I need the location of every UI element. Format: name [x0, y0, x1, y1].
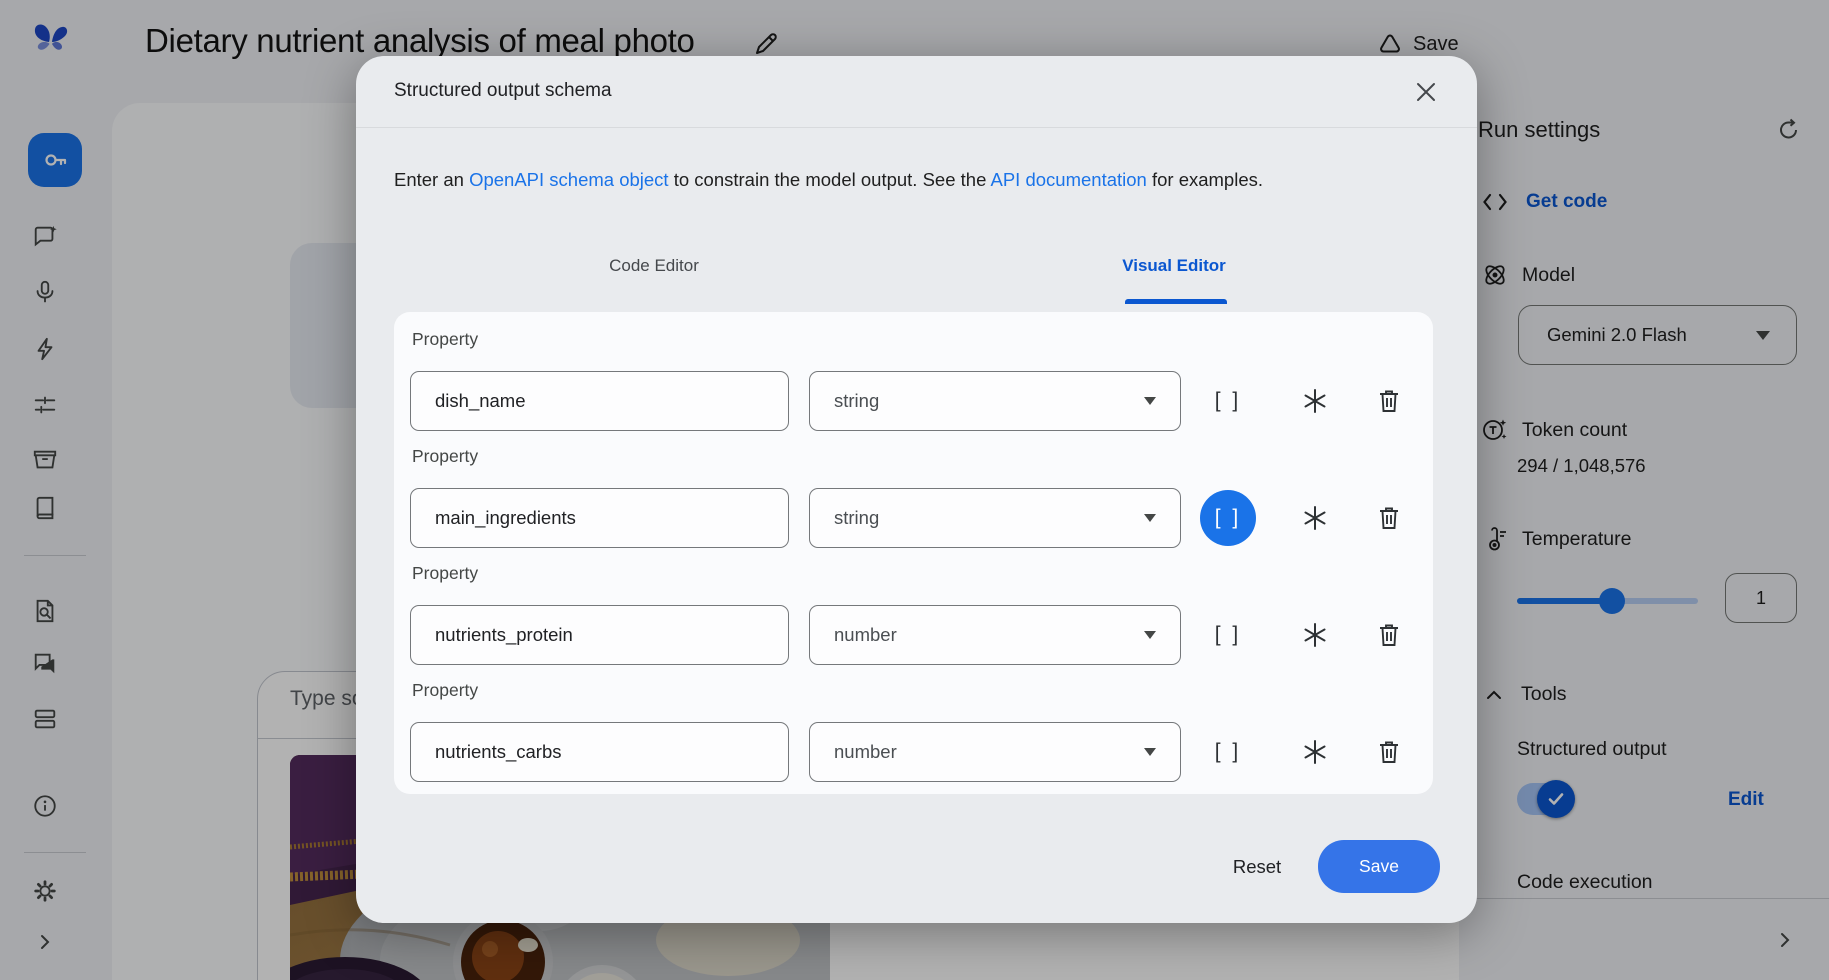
property-type-value: number	[834, 624, 897, 646]
property-row: Property number [ ]	[394, 563, 1433, 680]
property-name-input[interactable]	[410, 488, 789, 548]
delete-property-icon[interactable]	[1375, 738, 1403, 766]
property-label: Property	[412, 329, 478, 350]
save-schema-button[interactable]: Save	[1318, 840, 1440, 893]
property-row: Property number [ ]	[394, 680, 1433, 794]
dropdown-arrow-icon	[1144, 631, 1156, 639]
property-type-value: string	[834, 507, 879, 529]
api-documentation-link[interactable]: API documentation	[991, 169, 1147, 190]
required-asterisk-icon[interactable]	[1301, 738, 1329, 766]
delete-property-icon[interactable]	[1375, 504, 1403, 532]
array-toggle-button[interactable]: [ ]	[1200, 724, 1256, 780]
array-toggle-button[interactable]: [ ]	[1200, 607, 1256, 663]
property-type-select[interactable]: number	[809, 722, 1181, 782]
structured-output-schema-dialog: Structured output schema Enter an OpenAP…	[356, 56, 1477, 923]
editor-tabs: Code Editor Visual Editor	[394, 256, 1434, 286]
required-asterisk-icon[interactable]	[1301, 504, 1329, 532]
delete-property-icon[interactable]	[1375, 621, 1403, 649]
property-type-value: number	[834, 741, 897, 763]
required-asterisk-icon[interactable]	[1301, 387, 1329, 415]
property-type-select[interactable]: string	[809, 371, 1181, 431]
description-text: Enter an	[394, 169, 469, 190]
reset-button[interactable]: Reset	[1214, 852, 1300, 882]
dropdown-arrow-icon	[1144, 397, 1156, 405]
property-type-value: string	[834, 390, 879, 412]
dialog-description: Enter an OpenAPI schema object to constr…	[394, 169, 1439, 191]
property-label: Property	[412, 680, 478, 701]
property-label: Property	[412, 563, 478, 584]
property-name-input[interactable]	[410, 722, 789, 782]
description-text: to constrain the model output. See the	[669, 169, 991, 190]
dialog-title: Structured output schema	[394, 80, 612, 102]
openapi-schema-link[interactable]: OpenAPI schema object	[469, 169, 669, 190]
tab-visual-editor[interactable]: Visual Editor	[914, 256, 1434, 286]
dropdown-arrow-icon	[1144, 748, 1156, 756]
active-tab-underline	[1125, 299, 1227, 304]
array-toggle-button-active[interactable]: [ ]	[1200, 490, 1256, 546]
delete-property-icon[interactable]	[1375, 387, 1403, 415]
property-label: Property	[412, 446, 478, 467]
array-toggle-button[interactable]: [ ]	[1200, 373, 1256, 429]
tab-code-editor[interactable]: Code Editor	[394, 256, 914, 286]
property-type-select[interactable]: number	[809, 605, 1181, 665]
close-icon[interactable]	[1411, 77, 1441, 107]
property-row: Property string [ ]	[394, 329, 1433, 446]
property-type-select[interactable]: string	[809, 488, 1181, 548]
dialog-header-divider	[356, 127, 1477, 128]
property-name-input[interactable]	[410, 371, 789, 431]
required-asterisk-icon[interactable]	[1301, 621, 1329, 649]
property-row: Property string [ ]	[394, 446, 1433, 563]
ai-studio-app: Dietary nutrient analysis of meal photo …	[0, 0, 1829, 980]
dropdown-arrow-icon	[1144, 514, 1156, 522]
property-name-input[interactable]	[410, 605, 789, 665]
description-text: for examples.	[1147, 169, 1263, 190]
schema-properties-panel: Property string [ ] Property string	[394, 312, 1433, 794]
